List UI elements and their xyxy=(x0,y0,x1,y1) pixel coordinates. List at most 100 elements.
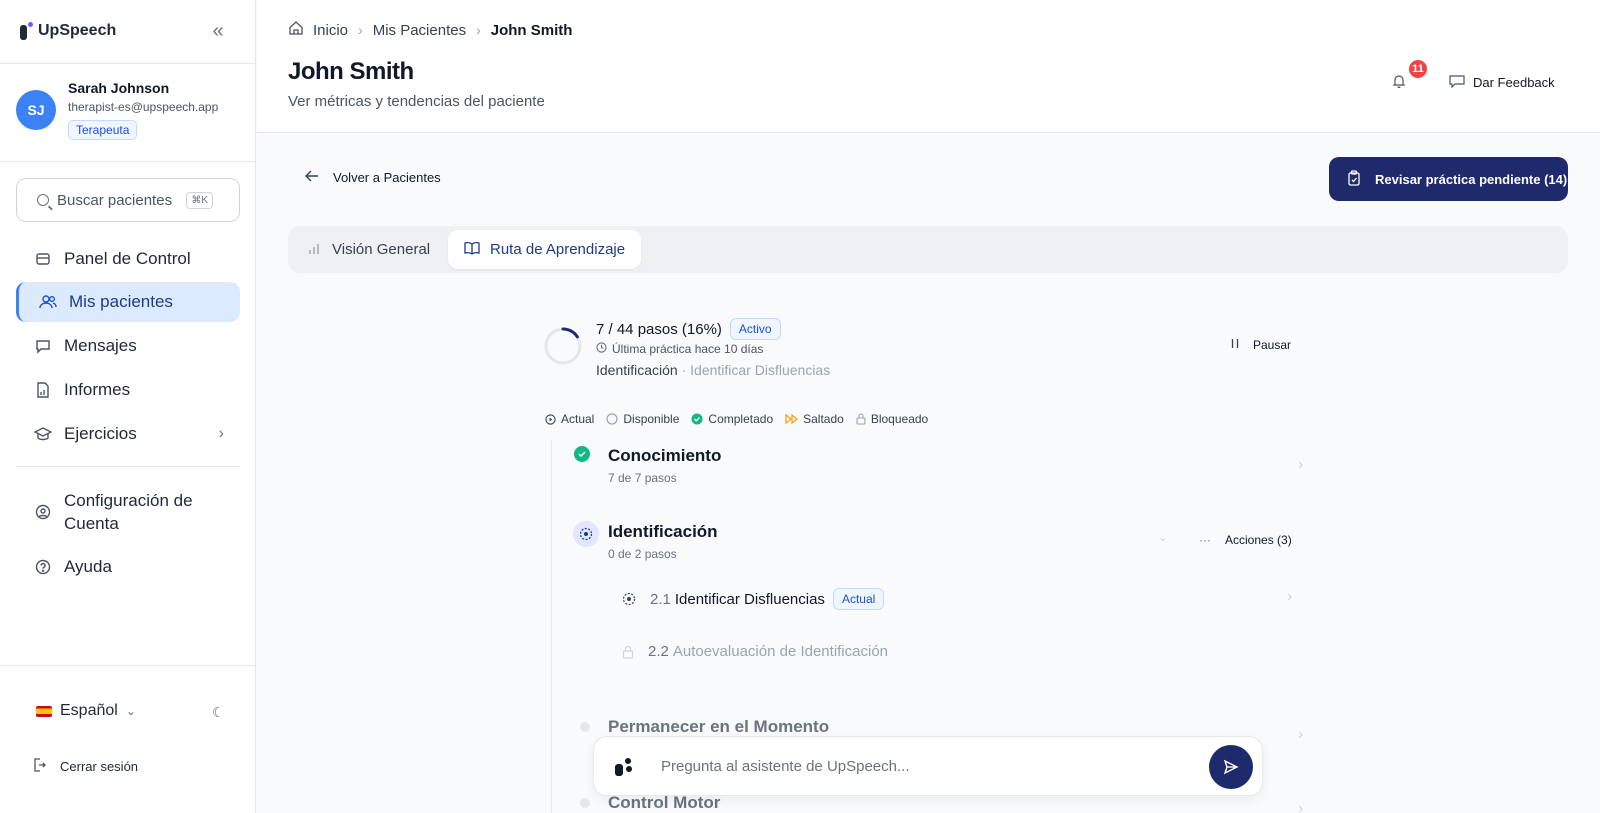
brand-logo[interactable]: UpSpeech xyxy=(20,22,116,40)
step-number: 2.1 xyxy=(650,590,671,608)
available-icon xyxy=(606,413,618,425)
back-label: Volver a Pacientes xyxy=(333,170,441,185)
clipboard-icon xyxy=(1347,169,1361,189)
progress-summary: 7 / 44 pasos (16%) Activo xyxy=(596,318,781,340)
sidebar-item-help[interactable]: Ayuda xyxy=(16,547,240,587)
review-button-label: Revisar práctica pendiente (14) xyxy=(1375,171,1568,187)
sidebar: UpSpeech « SJ Sarah Johnson therapist-es… xyxy=(0,0,256,813)
page-subtitle: Ver métricas y tendencias del paciente xyxy=(288,93,545,110)
sidebar-item-label: Ejercicios xyxy=(64,424,137,443)
legend-current: Actual xyxy=(545,412,594,426)
progress-ring xyxy=(544,327,582,365)
avatar: SJ xyxy=(16,90,56,130)
breadcrumb-patients[interactable]: Mis Pacientes xyxy=(373,22,466,39)
timeline-line xyxy=(551,440,552,813)
tab-overview[interactable]: Visión General xyxy=(292,230,446,269)
bell-icon[interactable] xyxy=(1392,74,1406,89)
sidebar-item-reports[interactable]: Informes xyxy=(16,370,240,410)
language-label: Español xyxy=(60,702,118,719)
back-to-patients-link[interactable]: Volver a Pacientes xyxy=(305,170,441,185)
step-row-current[interactable]: 2.1 Identificar Disfluencias Actual xyxy=(622,588,885,610)
sidebar-item-label: Ayuda xyxy=(64,557,112,576)
divider xyxy=(0,161,256,162)
sidebar-item-patients[interactable]: Mis pacientes xyxy=(16,282,240,322)
upspeech-logo-icon xyxy=(20,22,33,40)
chevron-right-icon[interactable]: › xyxy=(1298,456,1303,474)
target-icon xyxy=(622,592,636,606)
breadcrumb-current: John Smith xyxy=(490,21,573,39)
users-icon xyxy=(39,293,57,311)
fast-forward-icon xyxy=(785,414,799,424)
role-badge: Terapeuta xyxy=(68,120,138,140)
chevron-right-icon: › xyxy=(476,22,481,38)
sidebar-item-label: Panel de Control xyxy=(64,249,191,268)
module-progress: 7 de 7 pasos xyxy=(608,471,677,485)
locked-dot-icon xyxy=(580,798,590,808)
locked-dot-icon xyxy=(580,722,590,732)
tab-label: Ruta de Aprendizaje xyxy=(490,241,626,258)
divider xyxy=(0,665,256,666)
brand-name: UpSpeech xyxy=(38,22,117,39)
feedback-icon xyxy=(1449,74,1465,91)
check-circle-icon xyxy=(691,413,703,425)
current-icon xyxy=(545,413,556,425)
page-title: John Smith xyxy=(288,58,414,85)
search-input[interactable]: Buscar pacientes ⌘K xyxy=(16,178,240,222)
legend-completed: Completado xyxy=(691,412,773,426)
tab-bar: Visión General Ruta de Aprendizaje xyxy=(288,226,1568,273)
book-open-icon xyxy=(464,241,480,259)
sidebar-item-account-settings[interactable]: Configuración de Cuenta xyxy=(16,485,240,539)
chevron-right-icon: › xyxy=(1298,726,1304,743)
step-label: Identificar Disfluencias xyxy=(674,590,825,608)
bar-chart-icon xyxy=(308,241,322,259)
language-selector[interactable]: Español ⌄ xyxy=(36,702,136,720)
sidebar-item-label: Configuración de Cuenta xyxy=(64,491,193,533)
sidebar-item-dashboard[interactable]: Panel de Control xyxy=(16,239,240,279)
logout-label: Cerrar sesión xyxy=(60,759,139,774)
module-title[interactable]: Identificación xyxy=(608,522,718,542)
feedback-button[interactable]: Dar Feedback xyxy=(1449,74,1555,91)
messages-icon xyxy=(34,337,52,355)
review-pending-practice-button[interactable]: Revisar práctica pendiente (14) xyxy=(1329,157,1568,201)
logout-button[interactable]: Cerrar sesión xyxy=(34,758,138,775)
chevron-down-icon[interactable]: ⌄ xyxy=(1158,530,1168,544)
search-placeholder: Buscar pacientes xyxy=(57,191,173,209)
legend-label: Saltado xyxy=(803,412,844,426)
moon-icon[interactable]: ☾ xyxy=(212,704,225,721)
current-step-label: · Identificar Disfluencias xyxy=(681,362,831,378)
send-icon xyxy=(1223,759,1239,775)
module-title: Control Motor xyxy=(608,793,721,812)
help-icon xyxy=(34,558,52,576)
pause-button[interactable]: Pausar xyxy=(1231,338,1291,352)
send-button[interactable] xyxy=(1209,745,1253,789)
collapse-sidebar-icon[interactable]: « xyxy=(208,21,228,42)
last-practice: Última práctica hace 10 días xyxy=(596,342,763,356)
breadcrumb-home[interactable]: Inicio xyxy=(313,22,348,39)
sidebar-item-exercises[interactable]: Ejercicios › xyxy=(16,414,240,454)
pause-icon xyxy=(1231,338,1239,352)
actions-menu[interactable]: ··· Acciones (3) xyxy=(1199,533,1292,547)
assistant-input[interactable]: Pregunta al asistente de UpSpeech... xyxy=(593,736,1263,796)
clock-icon xyxy=(596,342,607,356)
legend-locked: Bloqueado xyxy=(856,412,928,426)
module-title[interactable]: Conocimiento xyxy=(608,446,721,466)
legend-skipped: Saltado xyxy=(785,412,844,426)
notification-count-badge: 11 xyxy=(1409,60,1427,78)
lock-icon xyxy=(622,645,634,659)
sidebar-item-messages[interactable]: Mensajes xyxy=(16,326,240,366)
sidebar-item-label: Mensajes xyxy=(64,336,137,355)
legend-label: Completado xyxy=(708,412,774,426)
logout-icon xyxy=(34,758,46,775)
tab-learning-path[interactable]: Ruta de Aprendizaje xyxy=(448,230,642,269)
current-step: Identificación · Identificar Disfluencia… xyxy=(596,362,830,378)
current-badge: Actual xyxy=(832,588,885,610)
step-number: 2.2 xyxy=(648,643,669,660)
sidebar-item-label: Informes xyxy=(64,380,131,399)
target-icon xyxy=(573,521,599,547)
home-icon xyxy=(289,21,303,39)
step-label: Autoevaluación de Identificación xyxy=(672,643,889,660)
step-row-locked: 2.2 Autoevaluación de Identificación xyxy=(622,643,888,660)
chevron-right-icon[interactable]: › xyxy=(1287,588,1292,606)
shortcut-hint: ⌘K xyxy=(186,191,213,209)
breadcrumb: Inicio › Mis Pacientes › John Smith xyxy=(289,21,572,39)
